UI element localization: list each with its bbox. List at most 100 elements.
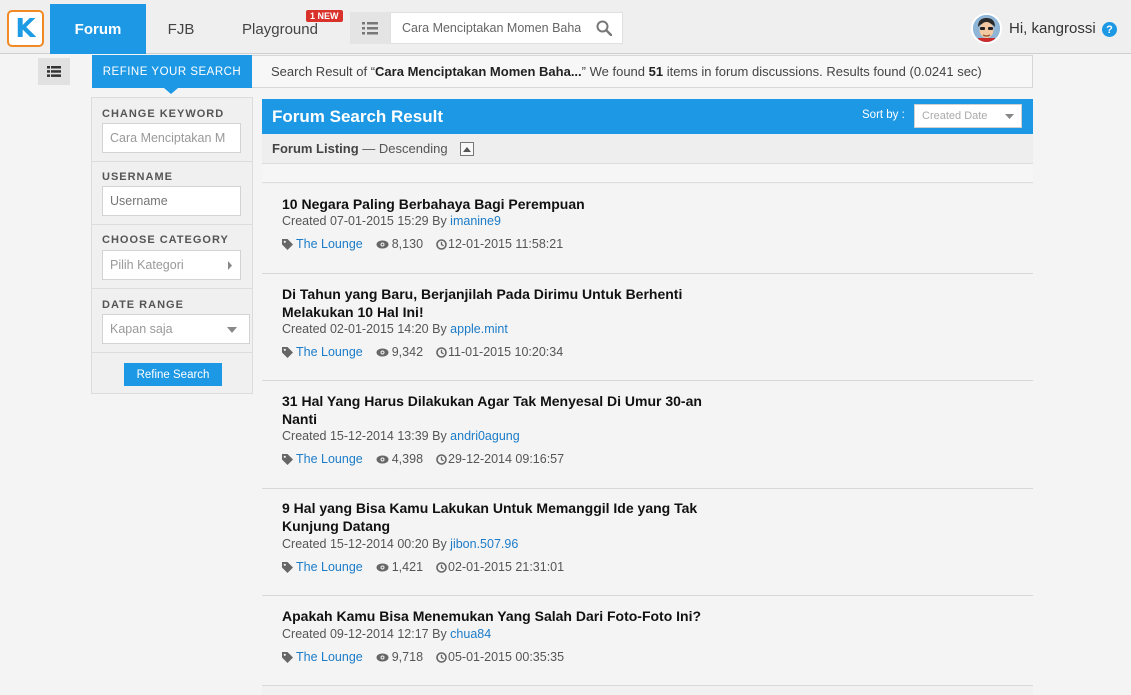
results-spacer (262, 165, 1033, 183)
category-link[interactable]: The Lounge (296, 560, 363, 574)
views-count: 9,718 (376, 650, 423, 664)
category-group: CHOOSE CATEGORY Pilih Kategori (92, 225, 252, 289)
clock-icon (436, 238, 447, 250)
keyword-label: CHANGE KEYWORD (102, 108, 225, 120)
last-post-value: 05-01-2015 00:35:35 (448, 650, 565, 664)
chevron-down-icon (1005, 114, 1014, 119)
eye-icon (376, 455, 389, 463)
help-icon[interactable]: ? (1102, 22, 1117, 37)
list-icon (47, 66, 61, 77)
date-range-label: DATE RANGE (102, 299, 184, 311)
nav-tab-fjb[interactable]: FJB (156, 4, 206, 54)
views-value: 9,718 (391, 650, 424, 664)
thread-created: Created 09-12-2014 12:17 By chua84 (282, 627, 491, 641)
username-input[interactable] (102, 186, 241, 216)
tag-icon (282, 238, 293, 250)
listing-label: Forum Listing (272, 141, 359, 156)
nav-tab-forum[interactable]: Forum (50, 4, 146, 54)
thread-meta: The Lounge 4,398 29-12-2014 09:16:57 (282, 452, 564, 466)
summary-prefix: Search Result of “ (271, 64, 376, 79)
created-text: Created 09-12-2014 12:17 By (282, 627, 451, 641)
created-text: Created 15-12-2014 00:20 By (282, 537, 451, 551)
last-post-time: 29-12-2014 09:16:57 (436, 452, 564, 466)
search-box (390, 12, 623, 44)
avatar-face-icon (973, 15, 1000, 42)
thread-meta: The Lounge 9,342 11-01-2015 10:20:34 (282, 345, 563, 359)
thread-created: Created 15-12-2014 00:20 By jibon.507.96 (282, 537, 518, 551)
thread-title[interactable]: 9 Hal yang Bisa Kamu Lakukan Untuk Meman… (282, 499, 732, 535)
thread-created: Created 07-01-2015 15:29 By imanine9 (282, 214, 501, 228)
chevron-up-icon (463, 146, 471, 152)
views-count: 9,342 (376, 345, 423, 359)
views-count: 1,421 (376, 560, 423, 574)
keyword-group: CHANGE KEYWORD (92, 98, 252, 162)
list-item: 10 Negara Paling Berbahaya Bagi Perempua… (262, 184, 1033, 274)
category-select[interactable]: Pilih Kategori (102, 250, 241, 280)
username-group: USERNAME (92, 162, 252, 225)
last-post-value: 11-01-2015 10:20:34 (448, 345, 564, 359)
chevron-right-icon (228, 261, 232, 270)
sort-value: Created Date (922, 110, 988, 122)
clock-icon (436, 561, 447, 573)
author-link[interactable]: andri0agung (450, 429, 520, 443)
views-value: 4,398 (391, 452, 424, 466)
date-range-select[interactable]: Kapan saja (102, 314, 250, 344)
summary-mid: ” We found (581, 64, 649, 79)
thread-meta: The Lounge 9,718 05-01-2015 00:35:35 (282, 650, 564, 664)
refine-search-tab[interactable]: REFINE YOUR SEARCH (92, 55, 252, 94)
category-link[interactable]: The Lounge (296, 650, 363, 664)
summary-query: Cara Menciptakan Momen Baha... (375, 64, 582, 79)
last-post-value: 12-01-2015 11:58:21 (448, 237, 564, 251)
list-item: Apakah Kamu Bisa Menemukan Yang Salah Da… (262, 596, 1033, 686)
refine-search-button[interactable]: Refine Search (124, 363, 222, 386)
user-greeting[interactable]: Hi, kangrossi (1009, 20, 1096, 37)
keyword-input[interactable] (102, 123, 241, 153)
forum-result-header: Forum Search Result Sort by : Created Da… (262, 99, 1033, 134)
thread-meta: The Lounge 1,421 02-01-2015 21:31:01 (282, 560, 564, 574)
category-link[interactable]: The Lounge (296, 452, 363, 466)
list-item: 31 Hal Yang Harus Dilakukan Agar Tak Men… (262, 381, 1033, 489)
last-post-value: 29-12-2014 09:16:57 (448, 452, 565, 466)
date-range-value: Kapan saja (110, 322, 173, 336)
sidebar-toggle-button[interactable] (38, 58, 70, 85)
date-range-group: DATE RANGE Kapan saja (92, 289, 252, 353)
thread-meta: The Lounge 8,130 12-01-2015 11:58:21 (282, 237, 563, 251)
chevron-down-icon (227, 327, 237, 333)
thread-title[interactable]: Apakah Kamu Bisa Menemukan Yang Salah Da… (282, 607, 732, 625)
tag-icon (282, 561, 293, 573)
list-item: 9 Hal yang Bisa Kamu Lakukan Untuk Meman… (262, 489, 1033, 596)
category-list-button[interactable] (350, 12, 390, 44)
thread-created: Created 15-12-2014 13:39 By andri0agung (282, 429, 520, 443)
collapse-toggle-button[interactable] (460, 142, 474, 156)
thread-title[interactable]: 10 Negara Paling Berbahaya Bagi Perempua… (282, 195, 732, 213)
author-link[interactable]: imanine9 (450, 214, 501, 228)
clock-icon (436, 453, 447, 465)
thread-created: Created 02-01-2015 14:20 By apple.mint (282, 322, 508, 336)
thread-title[interactable]: Di Tahun yang Baru, Berjanjilah Pada Dir… (282, 285, 732, 321)
created-text: Created 07-01-2015 15:29 By (282, 214, 451, 228)
kaskus-logo[interactable]: K (7, 10, 44, 47)
tag-icon (282, 453, 293, 465)
search-input[interactable] (391, 13, 581, 43)
search-result-summary: Search Result of “Cara Menciptakan Momen… (252, 55, 1033, 88)
author-link[interactable]: chua84 (450, 627, 491, 641)
tag-icon (282, 346, 293, 358)
sort-select[interactable]: Created Date (914, 104, 1022, 128)
search-icon[interactable] (596, 20, 612, 36)
page-title: Forum Search Result (272, 107, 443, 126)
summary-suffix: items in forum discussions. Results foun… (663, 64, 982, 79)
clock-icon (436, 651, 447, 663)
views-count: 4,398 (376, 452, 423, 466)
category-label: CHOOSE CATEGORY (102, 234, 229, 246)
refine-sidebar: CHANGE KEYWORD USERNAME CHOOSE CATEGORY … (91, 97, 253, 394)
last-post-time: 11-01-2015 10:20:34 (436, 345, 563, 359)
author-link[interactable]: jibon.507.96 (450, 537, 518, 551)
author-link[interactable]: apple.mint (450, 322, 508, 336)
category-link[interactable]: The Lounge (296, 345, 363, 359)
category-value: Pilih Kategori (110, 258, 184, 272)
user-avatar[interactable] (971, 13, 1002, 44)
thread-title[interactable]: 31 Hal Yang Harus Dilakukan Agar Tak Men… (282, 392, 732, 428)
summary-count: 51 (648, 64, 664, 79)
last-post-time: 02-01-2015 21:31:01 (436, 560, 564, 574)
category-link[interactable]: The Lounge (296, 237, 363, 251)
